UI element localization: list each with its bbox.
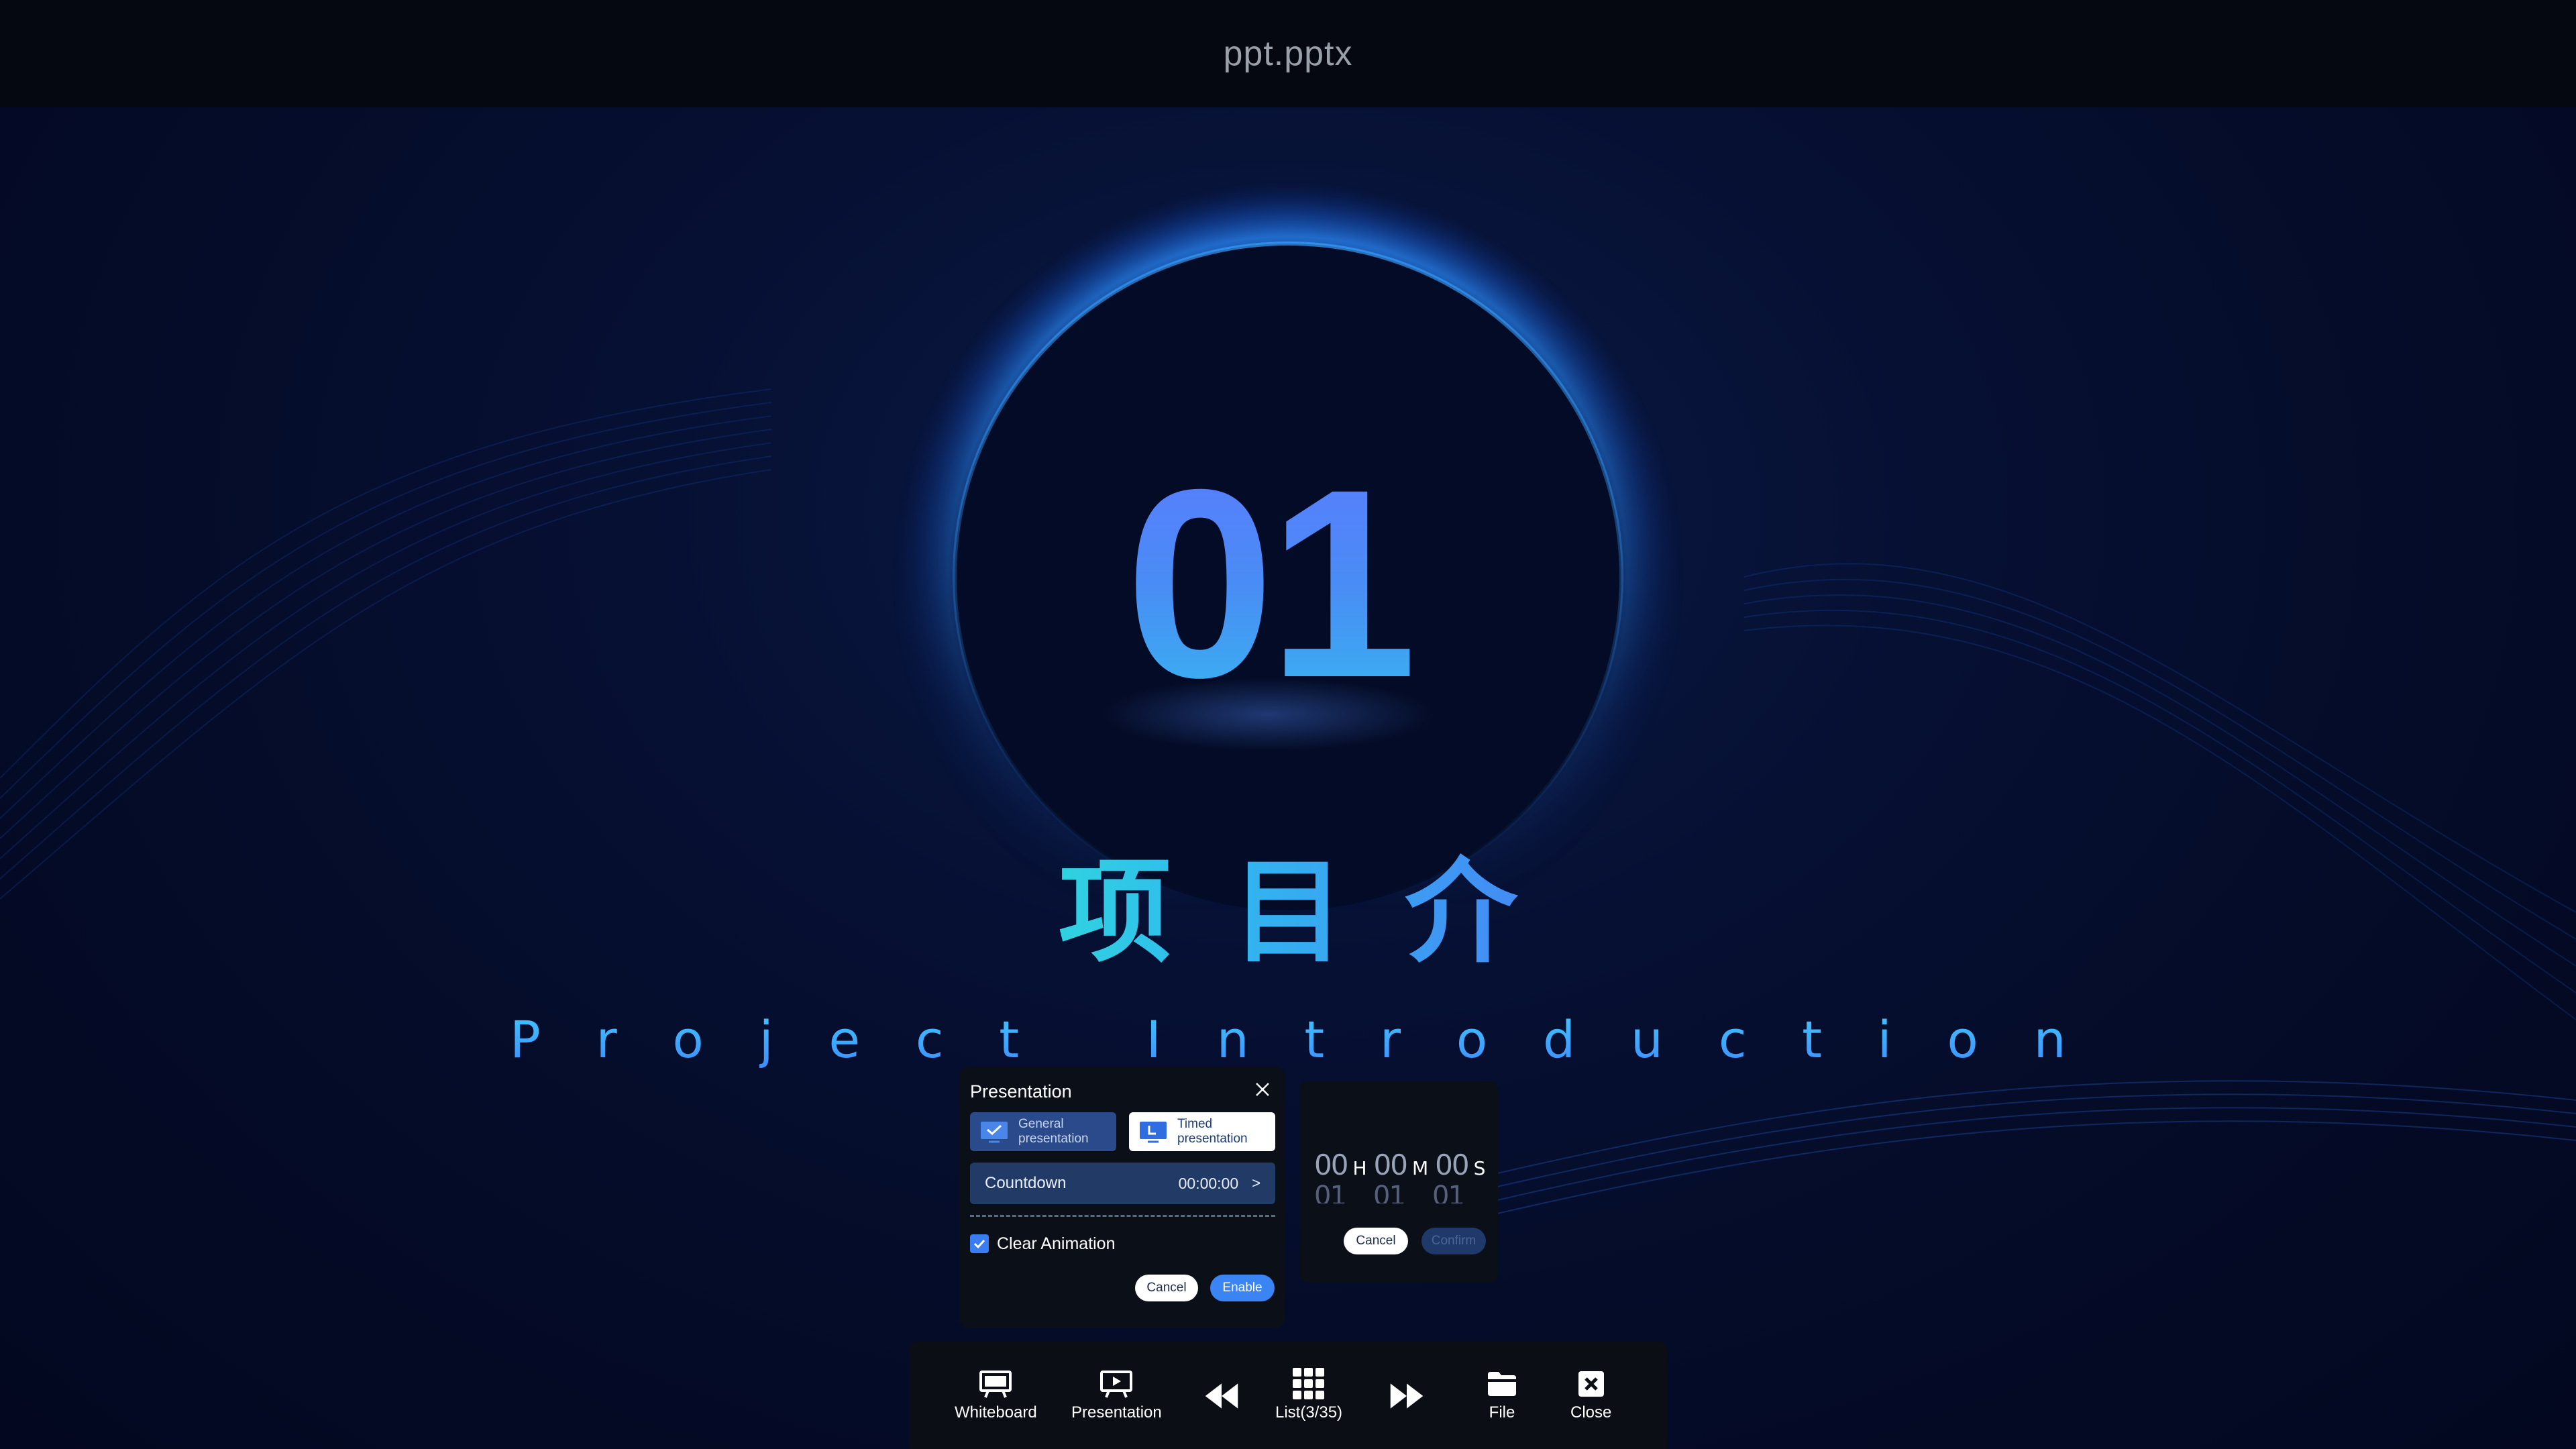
countdown-setting[interactable]: Countdown 00:00:00 > xyxy=(970,1163,1275,1204)
heading-letter: e xyxy=(828,1003,860,1077)
timed-presentation-label: Timed presentation xyxy=(1177,1117,1248,1146)
close-icon xyxy=(1572,1368,1610,1399)
minutes-unit: M xyxy=(1411,1157,1429,1179)
picker-cancel-button[interactable]: Cancel xyxy=(1344,1228,1408,1254)
grid-list-icon xyxy=(1290,1368,1328,1399)
folder-icon xyxy=(1483,1368,1521,1399)
checkbox-checked-icon xyxy=(970,1234,989,1253)
time-picker-popup: 00 H 00 M 00 S 01 01 01 Cancel Confirm xyxy=(1299,1081,1498,1283)
picker-confirm-button[interactable]: Confirm xyxy=(1421,1228,1486,1254)
slide-list-label: List(3/35) xyxy=(1275,1403,1343,1421)
minutes-value[interactable]: 00 xyxy=(1374,1148,1408,1181)
close-x-icon xyxy=(1256,1083,1269,1096)
slide-heading-chinese: 项目介绍 xyxy=(939,845,1637,1112)
whiteboard-icon xyxy=(977,1368,1014,1399)
slide-list-button[interactable]: List(3/35) xyxy=(1275,1368,1342,1422)
file-label: File xyxy=(1489,1403,1515,1421)
general-presentation-label: General presentation xyxy=(1018,1117,1089,1146)
seconds-unit: S xyxy=(1473,1157,1486,1179)
slide-section-number: 01 xyxy=(1114,449,1422,718)
heading-letter: t xyxy=(999,1003,1019,1077)
heading-letter: o xyxy=(672,1003,704,1077)
heading-letter: r xyxy=(1380,1003,1401,1077)
previous-slide-button[interactable] xyxy=(1203,1381,1240,1411)
presentation-button[interactable]: Presentation xyxy=(1071,1368,1162,1422)
hours-next-value[interactable]: 01 xyxy=(1314,1181,1373,1203)
previous-slide-icon xyxy=(1203,1381,1240,1411)
window-title: ppt.pptx xyxy=(1223,34,1353,73)
heading-letter: t xyxy=(1802,1003,1822,1077)
cancel-button[interactable]: Cancel xyxy=(1135,1275,1198,1301)
seconds-next-value[interactable]: 01 xyxy=(1432,1181,1491,1203)
close-label: Close xyxy=(1570,1403,1612,1421)
heading-letter: j xyxy=(759,1003,773,1077)
dialog-close-button[interactable] xyxy=(1248,1075,1277,1104)
slide-background-art xyxy=(0,181,2576,1235)
slide-heading-english: Project Introduction xyxy=(510,1003,2066,1077)
close-button[interactable]: Close xyxy=(1570,1368,1611,1422)
heading-letter: o xyxy=(1456,1003,1488,1077)
general-presentation-button[interactable]: General presentation xyxy=(970,1112,1116,1151)
heading-letter: r xyxy=(596,1003,617,1077)
window-title-bar: ppt.pptx xyxy=(0,0,2576,107)
heading-letter: d xyxy=(1543,1003,1575,1077)
heading-letter: t xyxy=(1304,1003,1324,1077)
heading-letter: c xyxy=(1719,1003,1747,1077)
hours-value[interactable]: 00 xyxy=(1314,1148,1348,1181)
presentation-dialog: Presentation General presentation Timed … xyxy=(959,1067,1285,1328)
whiteboard-label: Whiteboard xyxy=(955,1403,1037,1421)
clear-animation-checkbox[interactable]: Clear Animation xyxy=(970,1228,1115,1259)
next-slide-button[interactable] xyxy=(1388,1381,1426,1411)
file-button[interactable]: File xyxy=(1483,1368,1521,1422)
heading-letter: u xyxy=(1631,1003,1663,1077)
heading-letter: n xyxy=(2034,1003,2066,1077)
heading-letter xyxy=(1075,1003,1091,1077)
heading-letter: I xyxy=(1146,1003,1161,1077)
dialog-title: Presentation xyxy=(970,1081,1072,1102)
dialog-divider xyxy=(970,1215,1275,1217)
seconds-value[interactable]: 00 xyxy=(1435,1148,1469,1181)
time-picker-current-row: 00 H 00 M 00 S xyxy=(1314,1148,1492,1181)
minutes-next-value[interactable]: 01 xyxy=(1373,1181,1432,1203)
timed-presentation-button[interactable]: Timed presentation xyxy=(1129,1112,1275,1151)
countdown-label: Countdown xyxy=(985,1174,1067,1192)
heading-letter: n xyxy=(1217,1003,1249,1077)
heading-letter: i xyxy=(1878,1003,1892,1077)
next-slide-icon xyxy=(1388,1381,1426,1411)
general-presentation-icon xyxy=(981,1122,1008,1143)
clear-animation-label: Clear Animation xyxy=(997,1234,1116,1253)
bottom-toolbar: Whiteboard Presentation List(3/35) File … xyxy=(909,1342,1667,1449)
whiteboard-button[interactable]: Whiteboard xyxy=(955,1368,1037,1422)
chevron-right-icon: > xyxy=(1252,1175,1260,1191)
hours-unit: H xyxy=(1352,1157,1367,1179)
enable-button[interactable]: Enable xyxy=(1210,1275,1275,1301)
time-picker-next-row: 01 01 01 xyxy=(1314,1181,1491,1203)
presentation-icon xyxy=(1097,1368,1135,1399)
presentation-label: Presentation xyxy=(1071,1403,1162,1421)
heading-letter: o xyxy=(1947,1003,1978,1077)
timed-presentation-icon xyxy=(1140,1122,1167,1143)
heading-letter: P xyxy=(510,1003,541,1077)
countdown-value: 00:00:00 xyxy=(1178,1174,1239,1192)
heading-letter: c xyxy=(916,1003,944,1077)
slide-canvas: 01 项目介绍 Project Introduction xyxy=(0,107,2576,1449)
